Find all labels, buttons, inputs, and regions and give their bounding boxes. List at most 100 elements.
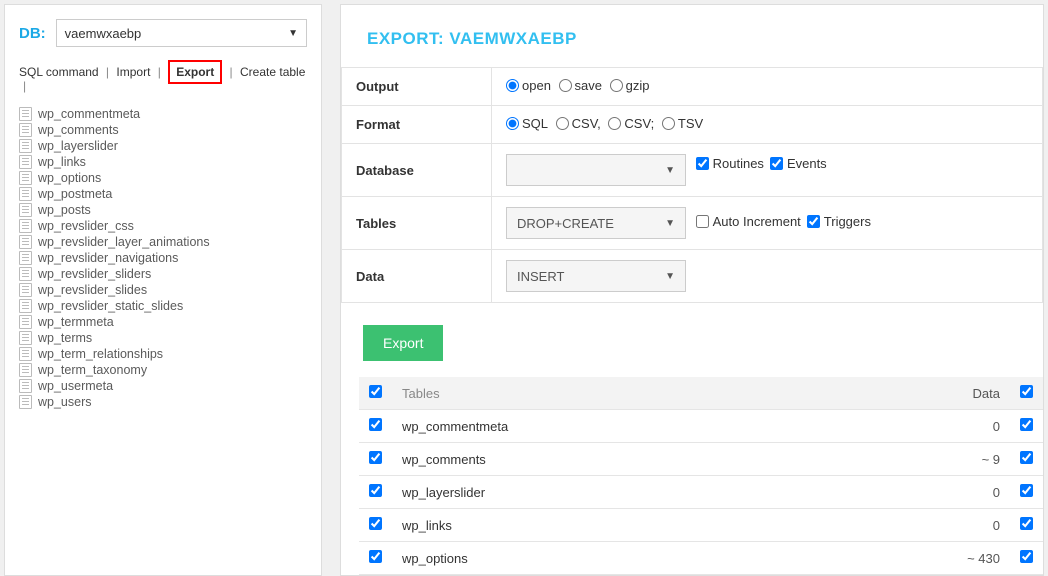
list-item: wp_revslider_css [19,219,307,233]
nav-separator: | [226,65,236,79]
table-link[interactable]: wp_revslider_layer_animations [38,235,210,249]
list-item: wp_users [19,395,307,409]
table-icon [19,299,32,313]
radio-save[interactable]: save [559,78,602,93]
db-label: DB: [19,25,46,42]
list-item: wp_links [19,155,307,169]
grid-header-tables: Tables [392,377,930,410]
database-cell: ▼ Routines Events [492,144,1043,197]
checkbox-auto-increment[interactable]: Auto Increment [696,214,801,229]
tables-select[interactable]: DROP+CREATE ▼ [506,207,686,239]
table-link[interactable]: wp_users [38,395,92,409]
list-item: wp_revslider_sliders [19,267,307,281]
row-data-checkbox[interactable] [1020,484,1033,497]
radio-input[interactable] [506,117,519,130]
data-select[interactable]: INSERT ▼ [506,260,686,292]
select-all-tables-checkbox[interactable] [369,385,382,398]
nav-separator: | [103,65,113,79]
table-link[interactable]: wp_terms [38,331,92,345]
row-table-checkbox[interactable] [369,484,382,497]
checkbox-input[interactable] [696,215,709,228]
table-list: wp_commentmeta wp_comments wp_layersliderw… [19,107,307,409]
db-select[interactable]: vaemwxaebp ▼ [56,19,307,47]
table-link[interactable]: wp_revslider_css [38,219,134,233]
nav-link-create-table[interactable]: Create table [240,65,305,79]
list-item: wp_options [19,171,307,185]
row-table-checkbox[interactable] [369,550,382,563]
radio-csv[interactable]: CSV; [608,116,654,131]
data-select-value: INSERT [517,269,564,284]
nav-separator: | [154,65,164,79]
checkbox-input[interactable] [807,215,820,228]
radio-sql[interactable]: SQL [506,116,548,131]
nav-link-export[interactable]: Export [168,60,222,84]
table-row: wp_commentmeta0 [359,410,1043,443]
table-link[interactable]: wp_layerslider [38,139,118,153]
table-icon [19,267,32,281]
sidebar-nav: SQL command | Import | Export | Create t… [19,65,307,93]
list-item: wp_terms [19,331,307,345]
table-link[interactable]: wp_term_taxonomy [38,363,147,377]
checkbox-input[interactable] [696,157,709,170]
row-data-count: 0 [930,509,1010,542]
table-link[interactable]: wp_postmeta [38,187,112,201]
table-row: wp_options~ 430 [359,542,1043,575]
radio-input[interactable] [559,79,572,92]
list-item: wp_postmeta [19,187,307,201]
table-link[interactable]: wp_options [38,171,101,185]
nav-link-import[interactable]: Import [116,65,150,79]
table-link[interactable]: wp_revslider_slides [38,283,147,297]
radio-input[interactable] [506,79,519,92]
database-select[interactable]: ▼ [506,154,686,186]
radio-label: TSV [678,116,703,131]
row-table-checkbox[interactable] [369,451,382,464]
table-icon [19,251,32,265]
table-link[interactable]: wp_revslider_sliders [38,267,151,281]
radio-input[interactable] [610,79,623,92]
table-row: wp_comments~ 9 [359,443,1043,476]
radio-input[interactable] [662,117,675,130]
row-table-checkbox[interactable] [369,418,382,431]
table-icon [19,235,32,249]
table-link[interactable]: wp_term_relationships [38,347,163,361]
row-data-checkbox[interactable] [1020,418,1033,431]
table-icon [19,219,32,233]
table-icon [19,187,32,201]
list-item: wp_posts [19,203,307,217]
checkbox-input[interactable] [770,157,783,170]
table-link[interactable]: wp_links [38,155,86,169]
config-table: Output open save gzip Format SQL CSV, CS… [341,67,1043,303]
export-button[interactable]: Export [363,325,443,361]
list-item: wp_revslider_static_slides [19,299,307,313]
list-item: wp_term_taxonomy [19,363,307,377]
table-link[interactable]: wp_comments [38,123,119,137]
radio-tsv[interactable]: TSV [662,116,703,131]
checkbox-routines[interactable]: Routines [696,156,764,171]
checkbox-triggers[interactable]: Triggers [807,214,871,229]
table-link[interactable]: wp_revslider_static_slides [38,299,183,313]
nav-link-sql-command[interactable]: SQL command [19,65,99,79]
table-link[interactable]: wp_posts [38,203,91,217]
radio-open[interactable]: open [506,78,551,93]
list-item: wp_comments [19,123,307,137]
format-label: Format [342,106,492,144]
radio-gzip[interactable]: gzip [610,78,650,93]
radio-label: gzip [626,78,650,93]
radio-csv[interactable]: CSV, [556,116,601,131]
radio-input[interactable] [556,117,569,130]
table-link[interactable]: wp_commentmeta [38,107,140,121]
table-link[interactable]: wp_revslider_navigations [38,251,178,265]
row-data-checkbox[interactable] [1020,451,1033,464]
checkbox-label: Triggers [824,214,871,229]
select-all-data-checkbox[interactable] [1020,385,1033,398]
checkbox-label: Routines [713,156,764,171]
table-link[interactable]: wp_termmeta [38,315,114,329]
row-data-checkbox[interactable] [1020,550,1033,563]
table-link[interactable]: wp_usermeta [38,379,113,393]
row-table-name: wp_commentmeta [392,410,930,443]
radio-input[interactable] [608,117,621,130]
row-table-checkbox[interactable] [369,517,382,530]
row-data-checkbox[interactable] [1020,517,1033,530]
tables-cell: DROP+CREATE ▼ Auto Increment Triggers [492,197,1043,250]
checkbox-events[interactable]: Events [770,156,827,171]
